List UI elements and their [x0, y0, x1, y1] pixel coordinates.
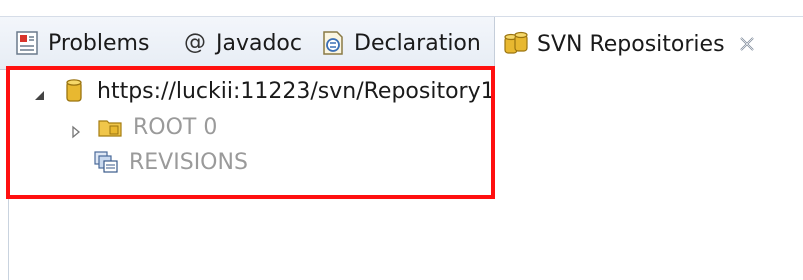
repository-url-label: https://luckii:11223/svn/Repository1 — [97, 78, 495, 104]
repository-cylinder-icon — [61, 78, 87, 104]
collapsed-triangle-icon[interactable] — [69, 120, 83, 139]
declaration-icon — [320, 30, 346, 56]
tab-javadoc[interactable]: @ Javadoc — [182, 17, 302, 69]
tab-declaration[interactable]: Declaration — [320, 17, 481, 69]
expanded-triangle-icon[interactable] — [33, 84, 47, 100]
root-label: ROOT 0 — [133, 114, 218, 140]
at-sign-icon: @ — [184, 30, 206, 55]
folder-icon — [97, 114, 123, 140]
tree-item-root[interactable]: ROOT 0 — [69, 109, 217, 145]
tab-declaration-label: Declaration — [354, 30, 481, 56]
close-icon[interactable] — [737, 34, 757, 54]
svn-repository-icon — [503, 31, 529, 57]
tab-javadoc-label: Javadoc — [216, 30, 302, 56]
svn-repositories-view: https://luckii:11223/svn/Repository1 ROO… — [8, 70, 803, 280]
tab-svn-repositories-label: SVN Repositories — [537, 31, 725, 57]
revisions-icon — [93, 149, 119, 175]
problems-icon — [14, 30, 40, 56]
view-tab-bar: Problems @ Javadoc Declaration SVN Repos… — [0, 16, 803, 71]
tab-problems[interactable]: Problems — [14, 17, 149, 69]
tab-problems-label: Problems — [48, 30, 150, 56]
tab-svn-repositories[interactable]: SVN Repositories — [494, 17, 803, 71]
window-top-strip — [0, 0, 803, 16]
tree-item-repository[interactable]: https://luckii:11223/svn/Repository1 — [33, 73, 495, 109]
tree-item-revisions[interactable]: REVISIONS — [93, 144, 248, 180]
revisions-label: REVISIONS — [129, 149, 248, 175]
